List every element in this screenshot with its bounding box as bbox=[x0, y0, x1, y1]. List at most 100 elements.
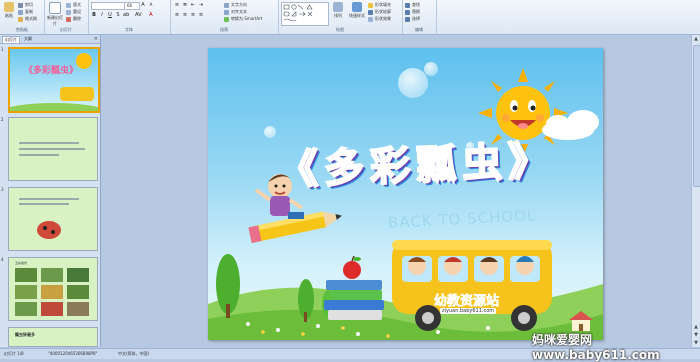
site-watermark: 妈咪爱婴网 www.baby611.com bbox=[532, 333, 660, 362]
font-color-button[interactable]: A bbox=[148, 12, 154, 18]
format-painter-button[interactable]: 格式刷 bbox=[18, 16, 37, 22]
shape-outline-button[interactable]: 形状轮廓 bbox=[368, 9, 391, 15]
delete-icon bbox=[66, 16, 71, 22]
tab-outline[interactable]: 大纲 bbox=[22, 36, 34, 42]
select-button[interactable]: 选择 bbox=[405, 16, 420, 22]
slide-3-preview bbox=[19, 198, 79, 239]
binoculars-icon bbox=[405, 2, 410, 8]
paste-button[interactable]: 粘贴 bbox=[2, 2, 16, 22]
drawing-group-label: 绘图 bbox=[336, 27, 344, 32]
bus-url: ziyuan.baby611.com bbox=[440, 308, 497, 314]
italic-button[interactable]: I bbox=[99, 12, 105, 18]
slide-thumbnail-2[interactable] bbox=[8, 117, 98, 181]
numbering-button[interactable]: ≣ bbox=[182, 2, 188, 8]
previous-slide-icon[interactable]: ▲ bbox=[692, 323, 700, 331]
tab-slides[interactable]: 幻灯片 bbox=[2, 36, 20, 43]
align-right-button[interactable]: ≡ bbox=[190, 12, 196, 18]
strike-button[interactable]: ab bbox=[123, 12, 129, 18]
char-spacing-button[interactable]: AV bbox=[135, 12, 142, 18]
decrease-indent-button[interactable]: ⇤ bbox=[190, 2, 196, 8]
bold-button[interactable]: B bbox=[91, 12, 97, 18]
effects-icon bbox=[368, 16, 373, 22]
editing-group: 查找 替换 选择 编辑 bbox=[402, 0, 437, 34]
svg-text:《多彩瓢虫》: 《多彩瓢虫》 bbox=[24, 64, 78, 76]
text-direction-icon bbox=[224, 2, 229, 8]
layout-button[interactable]: 版式 bbox=[66, 2, 81, 8]
align-center-button[interactable]: ≡ bbox=[182, 12, 188, 18]
boy-on-pencil-illustration bbox=[248, 174, 342, 244]
font-name-combo[interactable] bbox=[91, 2, 125, 10]
delete-button[interactable]: 删除 bbox=[66, 16, 81, 22]
slide-number: 4 bbox=[1, 257, 4, 262]
arrange-button[interactable]: 排列 bbox=[330, 2, 346, 22]
slide-thumbnail-5[interactable]: 瓢虫钟最多 bbox=[8, 327, 98, 347]
slide-number: 1 bbox=[1, 47, 4, 52]
drawing-group: 排列 快速样式 形状填充 形状轮廓 形状效果 绘图 bbox=[278, 0, 403, 34]
brush-icon bbox=[18, 16, 23, 22]
smartart-icon bbox=[224, 16, 229, 22]
grow-font-button[interactable]: A bbox=[140, 2, 146, 8]
theme-name: "4000120465306898P8" bbox=[48, 351, 98, 356]
fill-icon bbox=[368, 2, 373, 8]
justify-button[interactable]: ≡ bbox=[198, 12, 204, 18]
slide-number: 3 bbox=[1, 187, 4, 192]
slide-thumbnail-1[interactable]: 《多彩瓢虫》 bbox=[8, 47, 100, 113]
layout-icon bbox=[66, 2, 71, 8]
slides-group-label: 幻灯片 bbox=[60, 27, 72, 32]
slide-thumbnail-3[interactable] bbox=[8, 187, 98, 251]
bubble bbox=[264, 126, 276, 138]
slides-panel: 幻灯片 大纲 × 1 《多彩瓢虫》 2 3 4 五彩缤纷 瓢虫钟最多 bbox=[0, 35, 101, 347]
scissors-icon bbox=[18, 2, 23, 8]
align-text-button[interactable]: 对齐文本 bbox=[224, 9, 247, 15]
slide-4-preview bbox=[15, 268, 89, 316]
new-slide-icon bbox=[49, 2, 61, 14]
smartart-button[interactable]: 转换为 SmartArt bbox=[224, 16, 262, 22]
bubble bbox=[398, 68, 428, 98]
clipboard-group-label: 剪贴板 bbox=[16, 27, 28, 32]
find-button[interactable]: 查找 bbox=[405, 2, 420, 8]
scrollbar-thumb[interactable] bbox=[693, 45, 700, 187]
clipboard-group: 粘贴 剪切 复制 格式刷 剪贴板 bbox=[0, 0, 45, 34]
shapes-gallery[interactable] bbox=[281, 2, 329, 26]
font-group: 66 A A B I U S ab AV A 字体 bbox=[88, 0, 171, 34]
shadow-button[interactable]: S bbox=[115, 12, 121, 18]
paragraph-group: ≡ ≣ ⇤ ⇥ ≡ ≡ ≡ ≡ 文字方向 对齐文本 转换为 SmartArt 段… bbox=[170, 0, 279, 34]
shrink-font-button[interactable]: A bbox=[148, 2, 154, 8]
new-slide-button[interactable]: 新建幻灯片 bbox=[46, 2, 64, 26]
slide-canvas[interactable]: 《多彩瓢虫》 BACK TO SCHOOL 幼教资源站 ziyuan.baby6… bbox=[208, 48, 603, 340]
thumbnail-title: 瓢虫钟最多 bbox=[15, 332, 35, 337]
vertical-scrollbar[interactable]: ▲ ▲ ▼ ▼ bbox=[691, 35, 700, 347]
ribbon: 粘贴 剪切 复制 格式刷 剪贴板 新建幻灯片 版式 重设 删除 幻灯片 66 A… bbox=[0, 0, 700, 35]
align-left-button[interactable]: ≡ bbox=[174, 12, 180, 18]
slide-1-preview: 《多彩瓢虫》 bbox=[10, 53, 98, 111]
language-status[interactable]: 中文(简体，中国) bbox=[118, 351, 149, 357]
underline-button[interactable]: U bbox=[107, 12, 113, 18]
reset-button[interactable]: 重设 bbox=[66, 9, 81, 15]
replace-icon bbox=[405, 9, 410, 15]
shapes-icon bbox=[283, 4, 313, 22]
books-apple-illustration bbox=[324, 256, 384, 320]
thumbnail-title: 五彩缤纷 bbox=[15, 261, 28, 265]
slide-number: 2 bbox=[1, 117, 4, 122]
scroll-up-icon[interactable]: ▲ bbox=[692, 35, 700, 43]
shape-effects-button[interactable]: 形状效果 bbox=[368, 16, 391, 22]
replace-button[interactable]: 替换 bbox=[405, 9, 420, 15]
quick-styles-button[interactable]: 快速样式 bbox=[348, 2, 366, 22]
copy-button[interactable]: 复制 bbox=[18, 9, 33, 15]
paste-icon bbox=[4, 2, 14, 12]
close-icon[interactable]: × bbox=[94, 36, 98, 42]
paragraph-group-label: 段落 bbox=[220, 27, 228, 32]
shape-fill-button[interactable]: 形状填充 bbox=[368, 2, 391, 8]
outline-icon bbox=[368, 9, 373, 15]
font-size-combo[interactable]: 66 bbox=[124, 2, 140, 10]
text-direction-button[interactable]: 文字方向 bbox=[224, 2, 247, 8]
slide-thumbnail-4[interactable]: 五彩缤纷 bbox=[8, 257, 98, 321]
reset-icon bbox=[66, 9, 71, 15]
bullets-button[interactable]: ≡ bbox=[174, 2, 180, 8]
house-illustration bbox=[569, 311, 593, 331]
cut-button[interactable]: 剪切 bbox=[18, 2, 33, 8]
editing-group-label: 编辑 bbox=[415, 27, 423, 32]
slide-counter: 幻灯片 1/8 bbox=[4, 351, 24, 356]
arrange-icon bbox=[333, 2, 343, 12]
increase-indent-button[interactable]: ⇥ bbox=[198, 2, 204, 8]
